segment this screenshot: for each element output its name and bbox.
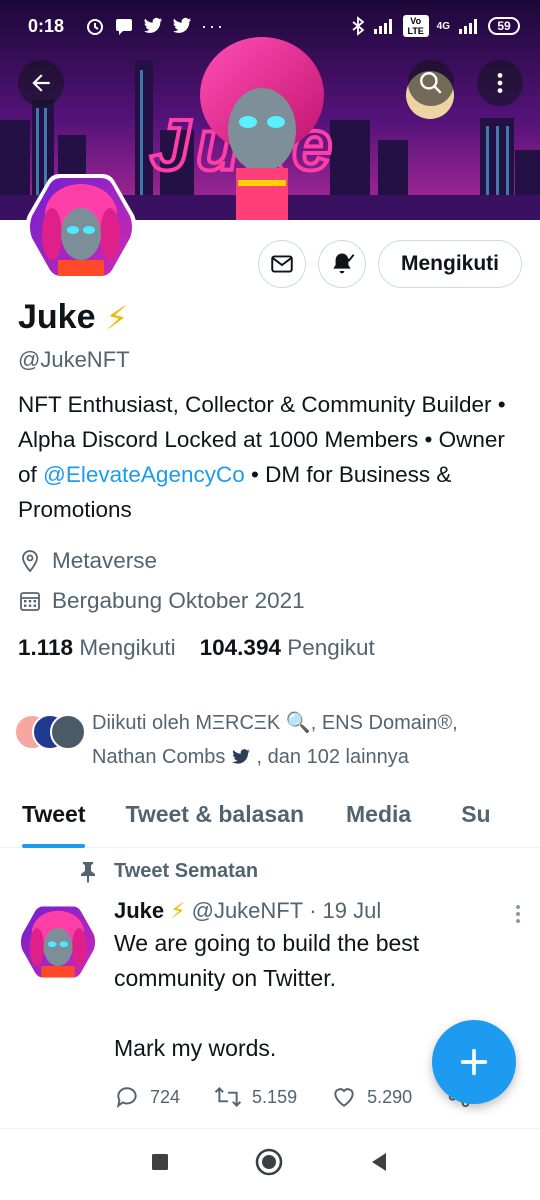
tweet-separator: · [309,898,317,923]
network-label: 4G [436,20,450,32]
nav-back-icon [372,1153,386,1171]
followed-by-line-1: Diikuti oleh MΞRCΞK 🔍, ENS Domain®, [92,712,458,734]
mail-icon [271,255,293,273]
profile-tabs: Tweet Tweet & balasan Media Su [0,780,540,848]
joined-text: Bergabung Oktober 2021 [52,588,305,613]
battery-indicator: 59 [488,17,520,35]
followers-count: 104.394 [199,635,281,660]
location-row: Metaverse [18,541,528,581]
pinned-tweet-label: Tweet Sematan [78,860,258,883]
lte-badge: Vo LTE [402,15,429,37]
tweet-header: Juke ⚡ @JukeNFT · 19 Jul [114,898,524,924]
followers-label: Pengikut [287,635,375,660]
tab-media[interactable]: Media [346,780,411,848]
more-vertical-icon [497,73,503,93]
compose-plus-icon [460,1048,488,1076]
following-label: Mengikuti [79,635,176,660]
tweet-line-1: We are going to build the best community… [114,930,420,991]
reply-count: 724 [150,1086,181,1107]
nav-home-icon [255,1148,283,1176]
profile-handle: @JukeNFT [18,347,130,372]
lightning-emoji: ⚡ [105,299,128,336]
retweet-icon [214,1087,242,1107]
like-icon [334,1088,354,1107]
profile-actions: Mengikuti [258,240,522,288]
profile-bio: NFT Enthusiast, Collector & Community Bu… [18,387,528,527]
tab-tweets-replies[interactable]: Tweet & balasan [125,780,304,848]
reply-icon [116,1087,137,1108]
home-button[interactable] [254,1147,284,1182]
twitter-notification-icon [143,17,163,33]
signal-icon [373,19,392,34]
more-vertical-icon [516,905,520,923]
follower-avatars [14,714,86,754]
profile-avatar[interactable] [25,172,137,282]
followed-by[interactable]: Diikuti oleh MΞRCΞK 🔍, ENS Domain®, Nath… [14,706,530,774]
profile-info: Juke ⚡ @JukeNFT NFT Enthusiast, Collecto… [18,298,528,661]
search-icon [420,72,442,94]
following-button[interactable]: Mengikuti [378,240,522,288]
location-pin-icon [22,550,38,573]
tweet-actions: 724 5.159 5.290 [114,1084,472,1110]
follow-stats: 1.118 Mengikuti 104.394 Pengikut [18,635,528,661]
follower-avatar-3 [50,714,86,750]
like-count: 5.290 [367,1086,413,1107]
search-button[interactable] [408,60,454,106]
alarm-icon [87,19,104,35]
tweet-author-name: Juke [114,898,165,923]
chat-notification-icon [116,19,133,35]
bluetooth-icon [352,16,365,36]
location-text: Metaverse [52,548,158,573]
followed-by-tail: , dan 102 lainnya [256,746,409,768]
tweet-avatar[interactable] [18,902,98,982]
twitter-notification-icon-2 [172,17,192,33]
followers-stat[interactable]: 104.394 Pengikut [200,635,375,661]
tab-tweets[interactable]: Tweet [22,780,86,848]
joined-row: Bergabung Oktober 2021 [18,581,528,621]
back-button[interactable] [18,60,64,106]
more-notifications-icon: ··· [201,15,226,36]
tab-likes[interactable]: Su [461,780,490,848]
following-stat[interactable]: 1.118 Mengikuti [18,635,176,661]
following-count: 1.118 [18,635,74,660]
bell-icon [333,253,355,274]
tweet-date: 19 Jul [322,898,382,923]
retweet-button[interactable]: 5.159 [214,1084,297,1110]
recents-button[interactable] [150,1152,170,1177]
tweet-author-emoji: ⚡ [170,898,186,923]
calendar-icon [20,592,40,611]
back-arrow-icon [32,74,50,92]
back-nav-button[interactable] [368,1151,390,1178]
pin-icon [81,861,95,883]
tweet-more-button[interactable] [508,902,528,931]
twitter-bird-icon [232,749,250,764]
like-button[interactable]: 5.290 [331,1084,412,1110]
notifications-button[interactable] [318,240,366,288]
reply-button[interactable]: 724 [114,1084,180,1110]
display-name: Juke [18,298,96,336]
bio-mention-link[interactable]: @ElevateAgencyCo [43,462,245,487]
signal-icon-2 [459,19,477,34]
status-time: 0:18 [28,15,65,36]
system-navigation-bar [0,1128,540,1200]
tweet-author-handle: @JukeNFT [191,898,304,923]
pinned-text: Tweet Sematan [114,860,259,882]
compose-tweet-button[interactable] [432,1020,516,1104]
more-options-button[interactable] [477,60,523,106]
retweet-count: 5.159 [252,1086,298,1107]
nav-square-icon [152,1154,168,1170]
status-bar: 0:18 ··· Vo LTE 4G 59 [0,0,540,52]
message-button[interactable] [258,240,306,288]
followed-by-line-2: Nathan Combs [92,746,226,768]
